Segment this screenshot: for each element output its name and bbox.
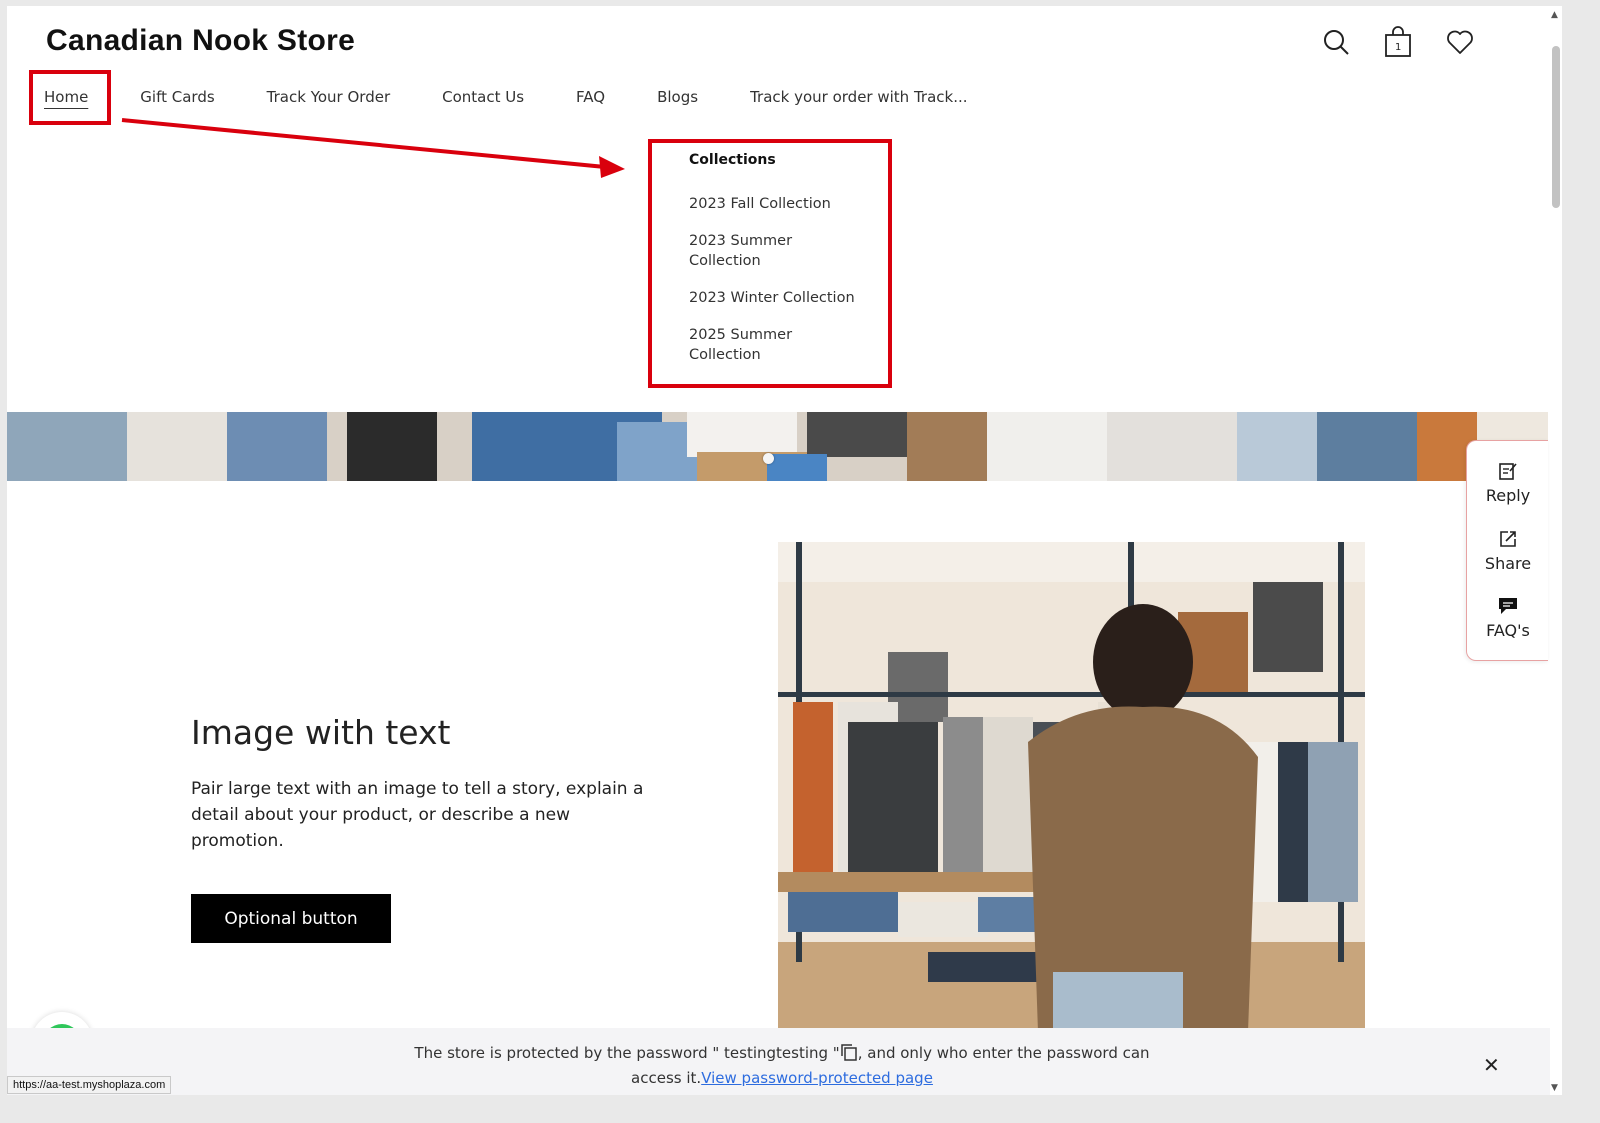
store-title[interactable]: Canadian Nook Store bbox=[46, 24, 355, 58]
dropdown-item-2025-summer[interactable]: 2025 Summer Collection bbox=[689, 325, 819, 365]
edit-icon bbox=[1499, 463, 1517, 480]
scroll-up-arrow-icon[interactable]: ▲ bbox=[1551, 10, 1558, 20]
faqs-button[interactable]: FAQ's bbox=[1467, 596, 1549, 640]
collections-dropdown: Collections 2023 Fall Collection 2023 Su… bbox=[689, 152, 879, 382]
section-title: Image with text bbox=[191, 713, 451, 752]
scroll-down-arrow-icon[interactable]: ▼ bbox=[1551, 1083, 1558, 1093]
share-button[interactable]: Share bbox=[1467, 529, 1549, 573]
dropdown-item-2023-summer[interactable]: 2023 Summer Collection bbox=[689, 231, 819, 271]
cart-icon[interactable]: 1 bbox=[1382, 26, 1414, 58]
nav-track-with-track[interactable]: Track your order with Track... bbox=[750, 88, 967, 106]
carousel-dot[interactable] bbox=[763, 453, 774, 464]
nav-track-your-order[interactable]: Track Your Order bbox=[267, 88, 390, 106]
notice-text: The store is protected by the password "… bbox=[407, 1042, 1157, 1089]
reply-label: Reply bbox=[1485, 486, 1531, 505]
browser-viewport: Canadian Nook Store 1 Home Gift Cards Tr… bbox=[7, 6, 1562, 1095]
dropdown-heading: Collections bbox=[689, 152, 776, 168]
nav-blogs[interactable]: Blogs bbox=[657, 88, 698, 106]
scrollbar-thumb[interactable] bbox=[1552, 46, 1560, 208]
cart-count: 1 bbox=[1395, 42, 1402, 53]
banner-graphic bbox=[7, 412, 1548, 481]
dropdown-item-2023-fall[interactable]: 2023 Fall Collection bbox=[689, 194, 879, 214]
header-icons: 1 bbox=[1320, 26, 1476, 58]
status-bar-url: https://aa-test.myshoplaza.com bbox=[7, 1076, 172, 1094]
side-widget: Reply Share FAQ's bbox=[1466, 440, 1548, 661]
faqs-label: FAQ's bbox=[1486, 621, 1530, 640]
search-icon[interactable] bbox=[1320, 26, 1352, 58]
copy-icon[interactable] bbox=[840, 1043, 858, 1067]
reply-button[interactable]: Reply bbox=[1467, 461, 1549, 505]
notice-text-before: The store is protected by the password "… bbox=[414, 1044, 840, 1062]
nav-gift-cards[interactable]: Gift Cards bbox=[140, 88, 214, 106]
annotation-box-home bbox=[29, 70, 111, 125]
share-label: Share bbox=[1484, 554, 1532, 573]
heart-icon[interactable] bbox=[1444, 26, 1476, 58]
hero-banner-image bbox=[7, 412, 1548, 481]
page-scrollbar[interactable]: ▲ ▼ bbox=[1550, 6, 1562, 1095]
clothing-store-image bbox=[778, 542, 1365, 1032]
faq-chat-icon bbox=[1499, 598, 1517, 614]
password-notice-bar: The store is protected by the password "… bbox=[7, 1028, 1550, 1095]
nav-contact-us[interactable]: Contact Us bbox=[442, 88, 524, 106]
section-body-text: Pair large text with an image to tell a … bbox=[191, 779, 644, 851]
store-illustration bbox=[778, 542, 1365, 1032]
nav-faq[interactable]: FAQ bbox=[576, 88, 605, 106]
view-password-protected-link[interactable]: View password-protected page bbox=[701, 1069, 933, 1087]
main-nav: Home Gift Cards Track Your Order Contact… bbox=[44, 88, 1020, 106]
close-icon[interactable]: ✕ bbox=[1483, 1055, 1500, 1075]
dropdown-item-2023-winter[interactable]: 2023 Winter Collection bbox=[689, 288, 879, 308]
optional-button[interactable]: Optional button bbox=[191, 894, 391, 943]
share-icon bbox=[1500, 531, 1516, 547]
